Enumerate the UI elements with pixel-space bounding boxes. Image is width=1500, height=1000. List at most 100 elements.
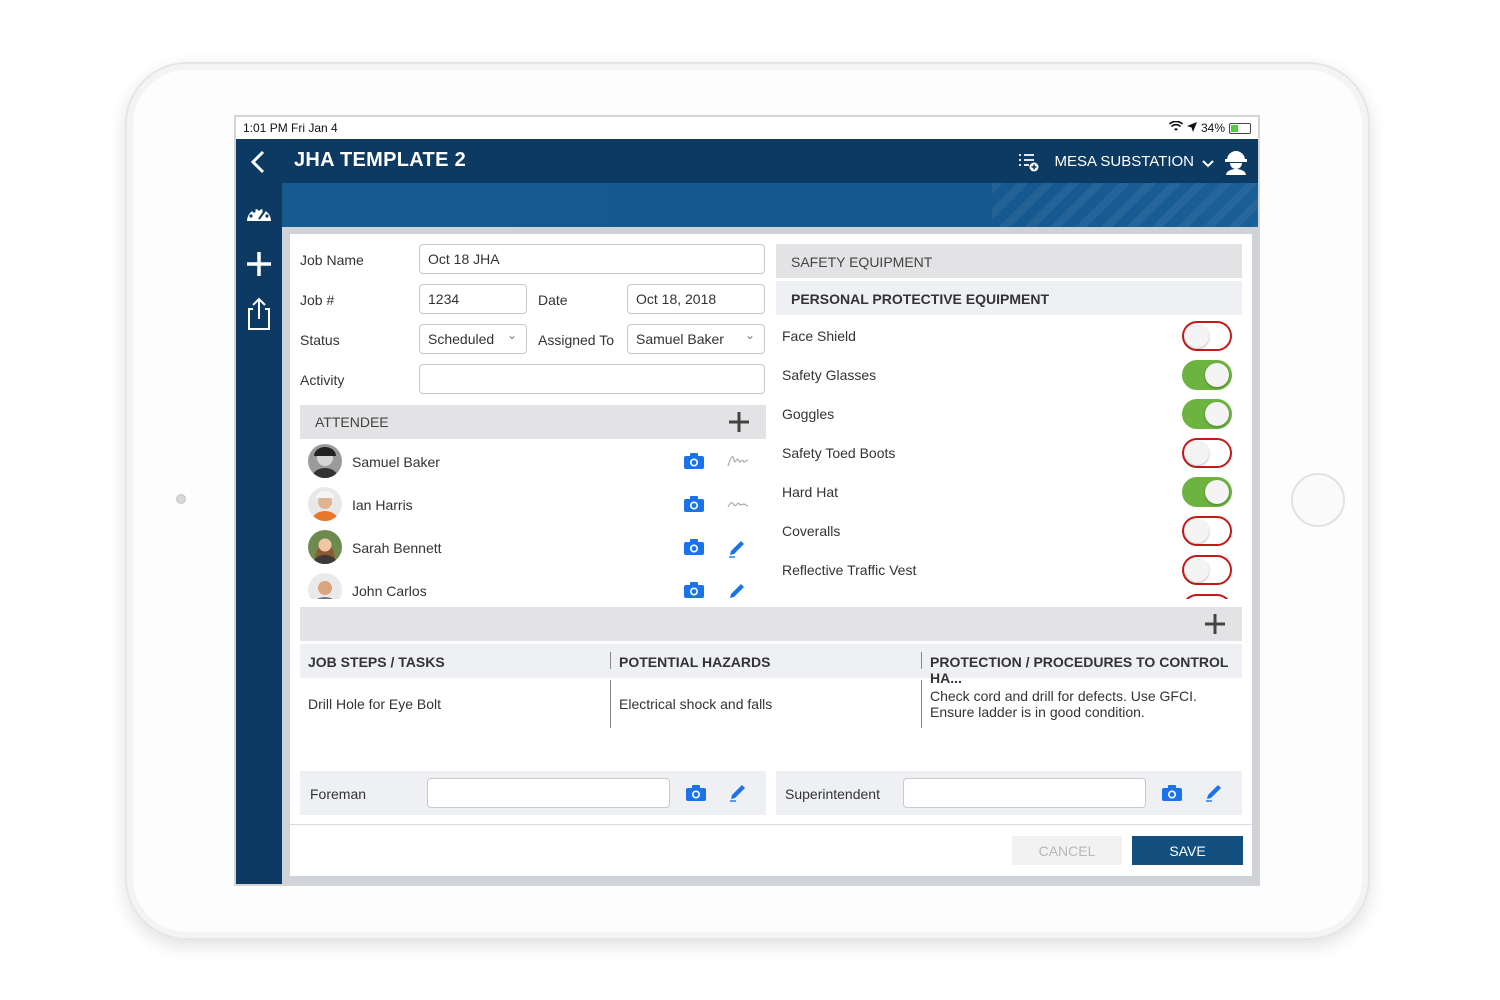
job-number-input[interactable]: 1234 (419, 284, 527, 314)
signature-icon[interactable] (726, 452, 750, 475)
ppe-item-label: Hard Hat (782, 484, 839, 500)
safety-equipment-label: SAFETY EQUIPMENT (791, 254, 933, 270)
hard-hat-toggle[interactable] (1182, 477, 1232, 507)
attendee-row[interactable]: Samuel Baker (300, 442, 766, 482)
header-separator (610, 652, 611, 669)
attendee-name: Sarah Bennett (352, 540, 442, 556)
camera-icon[interactable] (1161, 784, 1183, 805)
safety-glasses-toggle[interactable] (1182, 360, 1232, 390)
sub-header-band (282, 183, 1258, 227)
dashboard-gauge-icon[interactable] (236, 203, 282, 230)
job-steps-toolbar (300, 607, 1242, 641)
camera-icon[interactable] (683, 581, 705, 599)
status-select[interactable]: Scheduled (419, 324, 527, 354)
foreman-label: Foreman (310, 786, 367, 802)
list-add-icon[interactable] (1018, 152, 1040, 177)
home-button[interactable] (1291, 473, 1345, 527)
attendee-row[interactable]: Sarah Bennett (300, 528, 766, 568)
attendee-header-label: ATTENDEE (315, 414, 389, 430)
attendee-name: Ian Harris (352, 497, 413, 513)
ppe-item-label: Safety Toed Boots (782, 445, 896, 461)
attendee-name: John Carlos (352, 583, 427, 599)
ppe-item-label: Reflective Traffic Vest (782, 562, 917, 578)
job-name-input[interactable]: Oct 18 JHA (419, 244, 765, 274)
back-arrow-icon[interactable] (236, 149, 282, 180)
wifi-icon (1168, 120, 1184, 135)
ppe-header: PERSONAL PROTECTIVE EQUIPMENT (776, 281, 1242, 315)
attendee-row[interactable]: Ian Harris (300, 485, 766, 525)
foreman-row: Foreman (300, 771, 766, 815)
assigned-to-select[interactable]: Samuel Baker (627, 324, 765, 354)
add-attendee-icon[interactable] (728, 411, 750, 436)
foreman-input[interactable] (427, 778, 670, 808)
avatar (308, 444, 342, 478)
front-camera (176, 494, 186, 504)
goggles-toggle[interactable] (1182, 399, 1232, 429)
step-protection-line1[interactable]: Check cord and drill for defects. Use GF… (930, 688, 1197, 704)
camera-icon[interactable] (683, 495, 705, 518)
step-task[interactable]: Drill Hole for Eye Bolt (308, 696, 441, 712)
col-header-job-steps: JOB STEPS / TASKS (300, 644, 611, 678)
battery-percent: 34% (1200, 121, 1225, 135)
chevron-down-icon[interactable] (1202, 156, 1214, 174)
camera-icon[interactable] (685, 784, 707, 805)
job-number-label: Job # (300, 292, 335, 308)
top-bar: JHA TEMPLATE 2 MESA SUBSTATION (282, 139, 1258, 183)
status-time: 1:01 PM Fri Jan 4 (243, 121, 338, 135)
pencil-icon[interactable] (728, 782, 748, 805)
pencil-icon[interactable] (727, 538, 747, 563)
ppe-item-label: Coveralls (782, 523, 841, 539)
coveralls-toggle[interactable] (1182, 516, 1232, 546)
row-separator (610, 680, 611, 728)
battery-icon (1229, 122, 1251, 134)
share-icon[interactable] (236, 297, 282, 336)
reflective-vest-toggle[interactable] (1182, 555, 1232, 585)
ppe-item-label: Safety Glasses (782, 367, 877, 383)
attendee-row[interactable]: John Carlos (300, 571, 766, 599)
status-indicators: 34% (1168, 120, 1251, 135)
next-toggle-peek (1182, 594, 1232, 599)
cancel-button[interactable]: CANCEL (1012, 836, 1122, 865)
attendee-header: ATTENDEE (300, 405, 766, 439)
camera-icon[interactable] (683, 452, 705, 475)
header-separator (921, 652, 922, 669)
assigned-to-label: Assigned To (538, 332, 615, 348)
row-separator (921, 680, 922, 728)
sidebar (236, 139, 282, 884)
superintendent-input[interactable] (903, 778, 1146, 808)
step-protection-line2[interactable]: Ensure ladder is in good condition. (930, 704, 1145, 720)
col-header-hazards: POTENTIAL HAZARDS (611, 644, 922, 678)
screen: 1:01 PM Fri Jan 4 34% JHA TEMPLATE 2 MES… (234, 115, 1260, 886)
add-step-icon[interactable] (1204, 613, 1226, 638)
step-hazard[interactable]: Electrical shock and falls (619, 696, 772, 712)
page-title: JHA TEMPLATE 2 (294, 149, 466, 171)
job-name-label: Job Name (300, 252, 364, 268)
date-input[interactable]: Oct 18, 2018 (627, 284, 765, 314)
footer-divider (290, 824, 1252, 825)
status-bar: 1:01 PM Fri Jan 4 34% (236, 117, 1258, 139)
avatar (308, 487, 342, 521)
status-label: Status (300, 332, 340, 348)
date-label: Date (538, 292, 568, 308)
safety-equipment-header: SAFETY EQUIPMENT (776, 244, 1242, 278)
camera-icon[interactable] (683, 538, 705, 561)
save-button[interactable]: SAVE (1132, 836, 1243, 865)
pencil-icon[interactable] (1204, 782, 1224, 805)
col-header-protection: PROTECTION / PROCEDURES TO CONTROL HA... (922, 644, 1242, 686)
superintendent-row: Superintendent (776, 771, 1242, 815)
signature-icon[interactable] (726, 495, 750, 518)
location-arrow-icon (1186, 121, 1197, 135)
safety-toed-boots-toggle[interactable] (1182, 438, 1232, 468)
activity-label: Activity (300, 372, 345, 388)
ppe-item-label: Face Shield (782, 328, 856, 344)
avatar (308, 573, 342, 599)
activity-input[interactable] (419, 364, 765, 394)
superintendent-label: Superintendent (785, 786, 880, 802)
worker-hardhat-icon[interactable] (1224, 149, 1248, 180)
attendee-name: Samuel Baker (352, 454, 440, 470)
face-shield-toggle[interactable] (1182, 321, 1232, 351)
pencil-icon[interactable] (727, 581, 747, 599)
ppe-label: PERSONAL PROTECTIVE EQUIPMENT (791, 291, 1049, 307)
site-selector[interactable]: MESA SUBSTATION (1055, 153, 1194, 170)
add-icon[interactable] (236, 251, 282, 282)
